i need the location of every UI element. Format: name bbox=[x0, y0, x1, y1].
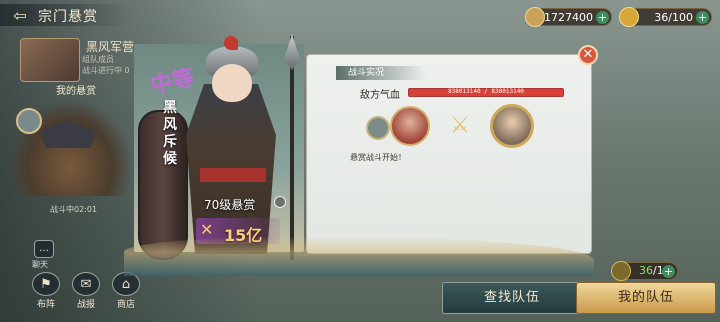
enemy-hp-text: 838013140 / 838013140 bbox=[448, 88, 524, 95]
silver-add-button[interactable]: + bbox=[596, 11, 609, 24]
nav-formation[interactable]: ⚑ 布阵 bbox=[30, 272, 62, 310]
nav-shop[interactable]: ⌂ 商店 bbox=[110, 272, 142, 310]
nav-report-label: 战报 bbox=[76, 300, 95, 310]
find-team-button[interactable]: 查找队伍 bbox=[442, 282, 582, 314]
back-button[interactable]: ⇦ bbox=[8, 5, 32, 25]
gold-coin-icon bbox=[619, 7, 639, 27]
reward-swords-icon: ✕ bbox=[200, 220, 214, 239]
enemy-hp-label: 敌方气血 bbox=[360, 90, 400, 101]
battle-log-line: 悬赏战斗开始！ bbox=[350, 153, 406, 162]
name-char: 候 bbox=[163, 151, 177, 167]
bounty-name: 黑风军营 bbox=[86, 40, 135, 54]
silver-resource: 1727400 + bbox=[525, 7, 612, 27]
report-icon: ✉ bbox=[72, 272, 100, 296]
team-count: 36/10 + bbox=[611, 261, 678, 281]
team-count-current: 36 bbox=[639, 264, 653, 277]
ally-avatar-small bbox=[366, 116, 390, 140]
crossed-swords-icon: ⚔ bbox=[450, 113, 470, 138]
gold-value: 36/100 bbox=[654, 10, 693, 24]
helmet-plume bbox=[224, 36, 238, 50]
avatar bbox=[16, 108, 42, 134]
character-belt bbox=[200, 168, 266, 182]
fight-timer: 战斗中02:01 bbox=[50, 205, 98, 214]
bounty-subtext: 组队成员 战斗进行中 0 bbox=[82, 54, 130, 76]
ally-avatar bbox=[390, 106, 430, 146]
bounty-thumbnail[interactable] bbox=[20, 38, 80, 82]
name-char: 斥 bbox=[163, 134, 177, 150]
bounty-level: 70级悬赏 bbox=[204, 198, 256, 212]
character-face bbox=[212, 64, 252, 102]
magnify-icon[interactable] bbox=[274, 196, 286, 208]
gold-resource: 36/100 + bbox=[619, 7, 712, 27]
formation-icon: ⚑ bbox=[32, 272, 60, 296]
bounty-sub-line-1: 组队成员 bbox=[82, 55, 114, 64]
nav-shop-label: 商店 bbox=[116, 300, 135, 310]
team-add-button[interactable]: + bbox=[662, 265, 675, 278]
my-bounty-label: 我的悬赏 bbox=[56, 86, 96, 97]
silver-ingot-icon bbox=[525, 7, 545, 27]
enemy-hp-bar: 838013140 / 838013140 bbox=[408, 88, 564, 97]
gold-add-button[interactable]: + bbox=[696, 11, 709, 24]
bottom-nav: ⚑ 布阵 ✉ 战报 ⌂ 商店 bbox=[30, 272, 142, 310]
character-name: 黑 风 斥 候 bbox=[162, 100, 178, 168]
name-char: 黑 bbox=[163, 100, 177, 116]
silver-value: 1727400 bbox=[544, 10, 593, 24]
bounty-sub-line-2: 战斗进行中 0 bbox=[82, 66, 130, 75]
nav-formation-label: 布阵 bbox=[36, 300, 55, 310]
chat-button[interactable]: … bbox=[34, 240, 54, 258]
nav-report[interactable]: ✉ 战报 bbox=[70, 272, 102, 310]
enemy-avatar bbox=[490, 104, 534, 148]
my-team-button[interactable]: 我的队伍 bbox=[576, 282, 716, 314]
name-char: 风 bbox=[163, 117, 177, 133]
battle-panel bbox=[306, 54, 592, 254]
battle-panel-header: 战斗实况 bbox=[336, 66, 426, 80]
close-button[interactable]: ✕ bbox=[578, 45, 598, 65]
chat-label: 聊天 bbox=[32, 260, 48, 269]
team-token-icon bbox=[611, 261, 631, 281]
page-title: 宗门悬赏 bbox=[38, 9, 98, 25]
